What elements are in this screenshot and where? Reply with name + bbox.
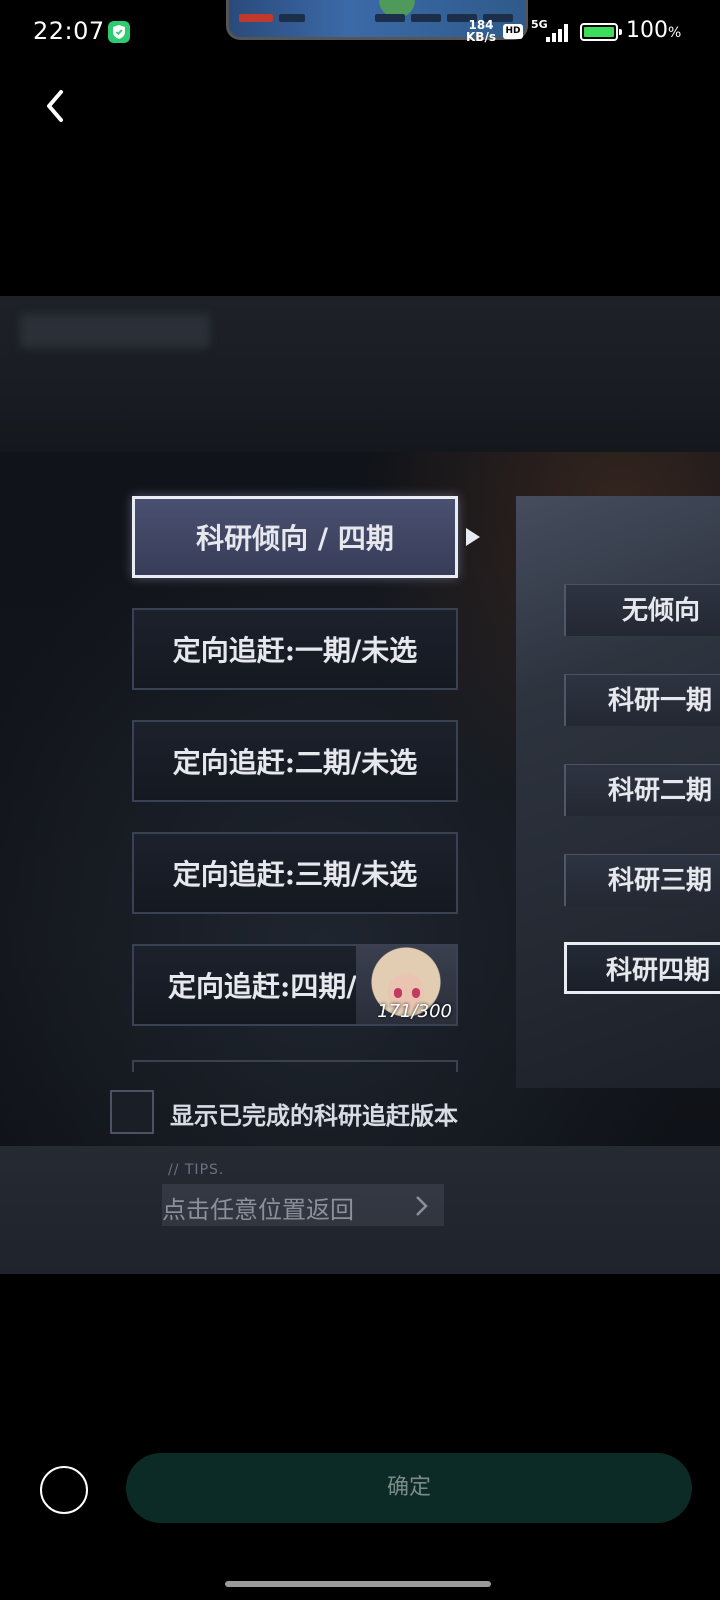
list-item-research-tendency[interactable]: 科研倾向 / 四期	[132, 496, 458, 578]
tips-text: 点击任意位置返回	[162, 1196, 354, 1224]
list-item-catchup-phase-3[interactable]: 定向追赶:三期/未选	[132, 832, 458, 914]
tips-band[interactable]: // TIPS. 点击任意位置返回	[0, 1146, 720, 1274]
chevron-left-icon	[47, 90, 63, 122]
pip-bar	[411, 14, 441, 22]
option-research-phase-4[interactable]: 科研四期	[564, 942, 720, 994]
list-item-label: 定向追赶:三期/未选	[172, 858, 418, 891]
signal-icon	[546, 24, 572, 42]
game-view[interactable]: 科研倾向 / 四期 定向追赶:一期/未选 定向追赶:二期/未选 定向追赶:三期/…	[0, 296, 720, 1274]
network-speed-unit: KB/s	[466, 30, 496, 44]
option-no-tendency[interactable]: 无倾向	[564, 584, 720, 636]
list-item-catchup-phase-2[interactable]: 定向追赶:二期/未选	[132, 720, 458, 802]
battery-icon	[580, 23, 622, 41]
status-time: 22:07	[33, 17, 105, 45]
list-item-catchup-phase-1[interactable]: 定向追赶:一期/未选	[132, 608, 458, 690]
pip-badge	[239, 14, 273, 22]
back-button[interactable]	[36, 84, 76, 128]
list-item-catchup-phase-4[interactable]: 定向追赶:四期/选 171/300	[132, 944, 458, 1026]
shield-icon	[108, 21, 130, 43]
option-research-phase-2[interactable]: 科研二期	[564, 764, 720, 816]
option-research-phase-1[interactable]: 科研一期	[564, 674, 720, 726]
battery-percent: 100%	[626, 18, 682, 43]
game-header	[0, 296, 720, 452]
list-item-label: 科研倾向 / 四期	[196, 522, 394, 555]
select-circle-button[interactable]	[40, 1466, 88, 1514]
tap-to-return-hint[interactable]: 点击任意位置返回	[162, 1184, 444, 1226]
tips-header: // TIPS.	[168, 1162, 225, 1178]
show-completed-checkbox[interactable]	[110, 1090, 154, 1134]
list-item-label: 定向追赶:一期/未选	[172, 634, 418, 667]
battery-fill	[584, 27, 614, 37]
selection-arrow-icon	[466, 528, 480, 546]
hd-icon: HD	[503, 24, 523, 39]
confirm-button[interactable]: 确定	[126, 1453, 692, 1523]
show-completed-label: 显示已完成的科研追赶版本	[170, 1101, 458, 1130]
progress-text: 171/300	[377, 1001, 452, 1022]
network-speed: 184 KB/s	[464, 19, 498, 43]
pip-bar	[279, 14, 305, 22]
blurred-title	[20, 314, 210, 348]
phase-options-panel: 无倾向 科研一期 科研二期 科研三期 科研四期	[516, 496, 720, 1088]
list-item-partial	[132, 1060, 458, 1072]
option-research-phase-3[interactable]: 科研三期	[564, 854, 720, 906]
list-item-label: 定向追赶:四期/选	[168, 970, 385, 1003]
chevron-right-icon	[416, 1196, 428, 1216]
home-indicator[interactable]	[225, 1581, 491, 1587]
list-item-label: 定向追赶:二期/未选	[172, 746, 418, 779]
status-bar: 22:07 184 KB/s HD 5G 100%	[0, 0, 720, 70]
pip-bar	[375, 14, 405, 22]
